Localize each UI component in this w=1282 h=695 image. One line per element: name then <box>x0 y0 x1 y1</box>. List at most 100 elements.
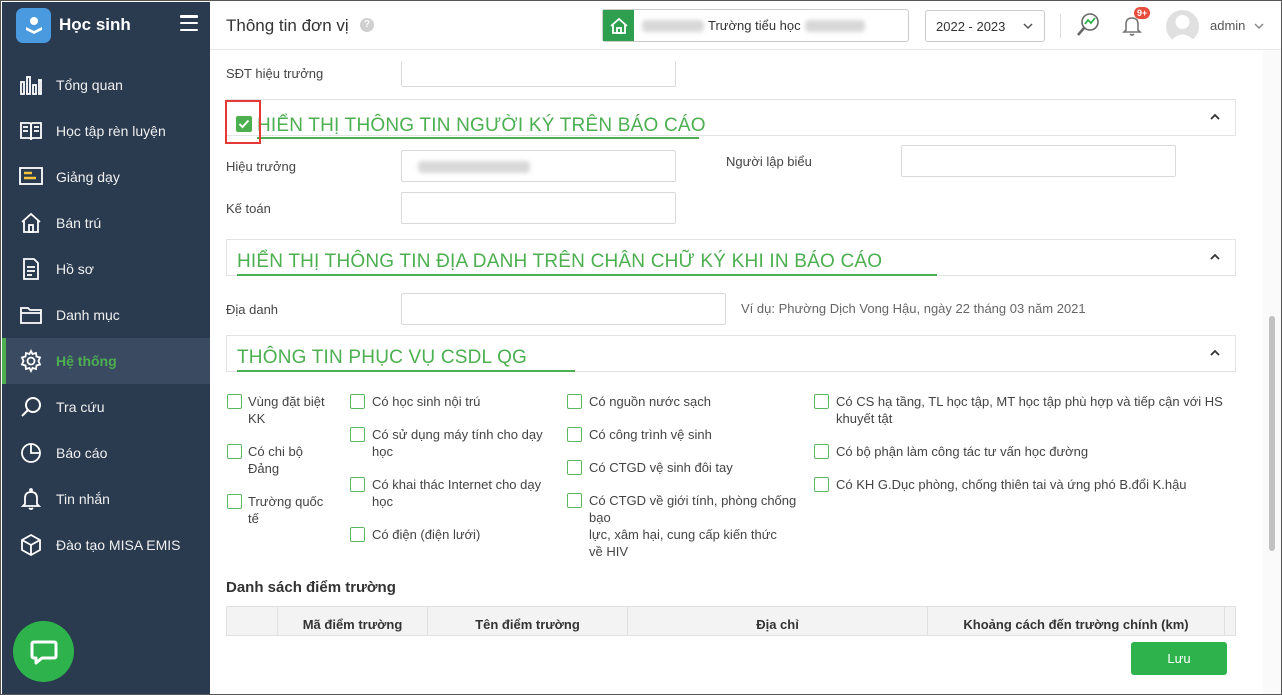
checkbox-truong-quoc-te[interactable] <box>227 494 242 509</box>
sidebar-item-label: Hệ thống <box>56 353 117 369</box>
section-underline <box>237 274 937 276</box>
principal-name-blurred <box>418 161 530 173</box>
page-scrollbar[interactable] <box>1263 51 1281 694</box>
save-button[interactable]: Lưu <box>1131 642 1227 675</box>
sidebar-item-ho-so[interactable]: Hồ sơ <box>2 246 210 292</box>
checkbox-phong-chong-thien-tai[interactable] <box>814 477 829 492</box>
sidebar-item-label: Tra cứu <box>56 399 105 415</box>
book-icon <box>18 118 44 144</box>
chevron-up-icon[interactable] <box>1209 347 1221 359</box>
chevron-up-icon[interactable] <box>1209 251 1221 263</box>
checkbox-chi-bo-dang[interactable] <box>227 444 242 459</box>
checkbox-label: Có sử dụng máy tính cho dạy học <box>372 427 543 459</box>
checkbox-vung-dac-biet[interactable] <box>227 394 242 409</box>
bar-chart-icon <box>18 72 44 98</box>
chevron-up-icon[interactable] <box>1209 111 1221 123</box>
checkbox-label: Vùng đặt biệt KK <box>248 394 325 426</box>
principal-label: Hiệu trưởng <box>226 159 296 174</box>
place-input[interactable] <box>401 293 726 325</box>
cube-icon <box>18 532 44 558</box>
table-header-cell[interactable]: Địa chỉ <box>628 607 928 635</box>
table-header-cell[interactable]: Khoảng cách đến trường chính (km) <box>928 607 1225 635</box>
checkbox-internet[interactable] <box>350 477 365 492</box>
place-label: Địa danh <box>226 302 279 317</box>
checkbox-ve-sinh-doi-tay[interactable] <box>567 460 582 475</box>
notification-badge: 9+ <box>1134 7 1151 19</box>
sidebar-item-bao-cao[interactable]: Báo cáo <box>2 430 210 476</box>
brand: Học sinh <box>2 2 210 48</box>
place-section-title: HIỂN THỊ THÔNG TIN ĐỊA DANH TRÊN CHÂN CH… <box>237 251 883 272</box>
checkbox-label: Có KH G.Dục phòng, chống thiên tai và ứn… <box>836 477 1187 492</box>
sidebar-item-tong-quan[interactable]: Tổng quan <box>2 62 210 108</box>
checkbox-nuoc-sach[interactable] <box>567 394 582 409</box>
help-icon[interactable]: ? <box>360 18 374 32</box>
bell-icon <box>18 486 44 512</box>
signer-section-header[interactable]: HIỂN THỊ THÔNG TIN NGƯỜI KÝ TRÊN BÁO CÁO <box>226 99 1236 139</box>
chat-icon <box>30 640 57 664</box>
chevron-down-icon <box>1023 23 1033 30</box>
page-title: Thông tin đơn vị <box>226 16 349 35</box>
checkbox-label: Trường quốc tế <box>248 494 324 526</box>
checkbox-dien-luoi[interactable] <box>350 527 365 542</box>
document-icon <box>18 256 44 282</box>
sidebar-item-label: Danh mục <box>56 307 120 323</box>
menu-toggle-icon[interactable] <box>180 15 198 31</box>
main-content: SĐT hiệu trưởng HIỂN THỊ THÔNG TIN NGƯỜI… <box>210 51 1263 694</box>
checkbox-label: Có bộ phận làm công tác tư vấn học đường <box>836 444 1089 459</box>
checkbox-tu-van-hoc-duong[interactable] <box>814 444 829 459</box>
section-underline <box>237 370 575 372</box>
checkbox-cs-ha-tang[interactable] <box>814 394 829 409</box>
place-section-header[interactable]: HIỂN THỊ THÔNG TIN ĐỊA DANH TRÊN CHÂN CH… <box>226 239 1236 276</box>
checkbox-label: Có CS hạ tầng, TL học tập, MT học tập ph… <box>836 394 1223 426</box>
sidebar-item-label: Tổng quan <box>56 77 123 93</box>
accountant-input[interactable] <box>401 192 676 224</box>
checkbox-label: Có điện (điện lưới) <box>372 527 481 542</box>
sidebar-item-label: Tin nhắn <box>56 491 110 507</box>
app-window: Học sinh Tổng quan Học tập rèn luyện Giả… <box>0 0 1282 695</box>
preparer-label: Người lập biểu <box>726 154 812 169</box>
checkbox-label: Có khai thác Internet cho dạy học <box>372 477 542 509</box>
table-header-cell <box>227 607 278 635</box>
sidebar-item-he-thong[interactable]: Hệ thống <box>2 338 210 384</box>
sidebar-item-giang-day[interactable]: Giảng dạy <box>2 154 210 200</box>
sidebar-item-label: Bán trú <box>56 215 102 231</box>
principal-phone-input[interactable] <box>401 61 676 87</box>
preparer-input[interactable] <box>901 145 1176 177</box>
place-hint: Ví dụ: Phường Dịch Vong Hậu, ngày 22 thá… <box>741 301 1086 316</box>
sidebar-item-dao-tao[interactable]: Đào tạo MISA EMIS <box>2 522 210 568</box>
signer-section-title: HIỂN THỊ THÔNG TIN NGƯỜI KÝ TRÊN BÁO CÁO <box>257 115 706 136</box>
avatar[interactable] <box>1166 10 1199 43</box>
table-header-cell[interactable]: Mã điểm trường <box>278 607 428 635</box>
checkbox-gioi-tinh[interactable] <box>567 493 582 508</box>
chevron-down-icon[interactable] <box>1253 20 1265 32</box>
sidebar-item-label: Giảng dạy <box>56 169 120 185</box>
checkbox-label: Có công trình vệ sinh <box>589 427 712 442</box>
checkbox-may-tinh[interactable] <box>350 427 365 442</box>
sidebar-item-tin-nhan[interactable]: Tin nhắn <box>2 476 210 522</box>
accountant-label: Kế toán <box>226 201 271 216</box>
app-title: Học sinh <box>59 15 131 34</box>
analytics-icon[interactable] <box>1074 11 1102 39</box>
sidebar-item-danh-muc[interactable]: Danh mục <box>2 292 210 338</box>
table-header-cell[interactable]: Tên điểm trường <box>428 607 628 635</box>
sidebar-item-tra-cuu[interactable]: Tra cứu <box>2 384 210 430</box>
sidebar-item-ban-tru[interactable]: Bán trú <box>2 200 210 246</box>
checkbox-cong-trinh-ve-sinh[interactable] <box>567 427 582 442</box>
school-district-blurred <box>642 19 704 32</box>
header-divider <box>1060 14 1061 38</box>
school-year-select[interactable]: 2022 - 2023 <box>925 10 1045 42</box>
principal-phone-label: SĐT hiệu trưởng <box>226 66 324 81</box>
principal-input[interactable] <box>401 150 676 182</box>
checkbox-label: Có nguồn nước sạch <box>589 394 712 409</box>
user-name[interactable]: admin <box>1210 18 1245 33</box>
scroll-thumb[interactable] <box>1269 316 1275 551</box>
checkbox-hoc-sinh-noi-tru[interactable] <box>350 394 365 409</box>
school-selector[interactable]: Trường tiểu học <box>602 9 909 42</box>
checkbox-label: Có chi bộ Đảng <box>248 444 303 476</box>
chat-support-button[interactable] <box>13 621 74 682</box>
branch-table-header: Mã điểm trường Tên điểm trường Địa chỉ K… <box>226 606 1236 636</box>
signer-section-checkbox[interactable] <box>236 116 252 132</box>
csdl-section-header[interactable]: THÔNG TIN PHỤC VỤ CSDL QG <box>226 335 1236 372</box>
sidebar-menu: Tổng quan Học tập rèn luyện Giảng dạy Bá… <box>2 62 210 568</box>
sidebar-item-hoc-tap[interactable]: Học tập rèn luyện <box>2 108 210 154</box>
